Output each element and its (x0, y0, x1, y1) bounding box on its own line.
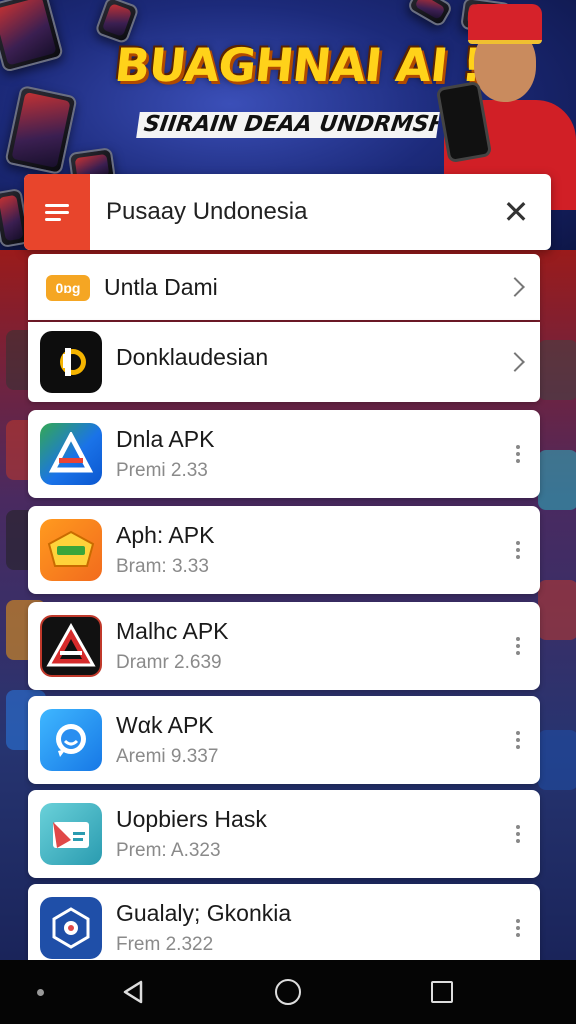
system-navigation-bar (0, 960, 576, 1024)
search-input[interactable]: Pusaay Undonesia (90, 198, 481, 226)
app-card-gualaly-gkonkia[interactable]: Gualaly; Gkonkia Frem 2.322 (28, 884, 540, 960)
app-card-dnla-apk[interactable]: Dnla APK Premi 2.33 (28, 410, 540, 498)
app-version: Frem 2.322 (116, 934, 214, 955)
more-vertical-icon[interactable] (510, 631, 526, 661)
app-card-wak-apk[interactable]: Wαk APK Aremi 9.337 (28, 696, 540, 784)
game-app-icon (40, 519, 102, 581)
app-card-malhc-apk[interactable]: Malhc APK Dramr 2.639 (28, 602, 540, 690)
menu-button[interactable] (24, 174, 90, 250)
list-item-untla-dami[interactable]: 0ɒg Untla Dami (28, 254, 540, 320)
banner-title: BUAGHNAI AI ! (112, 38, 485, 92)
app-version: Prem: A.323 (116, 840, 221, 861)
close-button[interactable]: ✕ (481, 174, 551, 250)
badge-icon: 0ɒg (46, 275, 90, 301)
app-version: Premi 2.33 (116, 460, 208, 481)
app-list: 0ɒg Untla Dami Donklaudesian Dnla APK Pr… (24, 254, 551, 960)
search-bar: Pusaay Undonesia ✕ (24, 174, 551, 250)
more-vertical-icon[interactable] (510, 725, 526, 755)
app-name: Wαk APK (116, 712, 214, 738)
chat-app-icon (40, 709, 102, 771)
nav-recent-apps-icon[interactable] (431, 981, 453, 1003)
nav-back-icon[interactable] (122, 980, 144, 1004)
more-vertical-icon[interactable] (510, 913, 526, 943)
close-icon: ✕ (502, 194, 530, 230)
app-name: Uopbiers Hask (116, 806, 267, 832)
list-item-donklaudesian[interactable]: Donklaudesian (28, 322, 540, 402)
hexagon-app-icon (40, 897, 102, 959)
list-item-label: Untla Dami (104, 274, 218, 300)
more-vertical-icon[interactable] (510, 535, 526, 565)
chevron-right-icon (505, 352, 525, 372)
banner-subtitle: SIIRAIN DEAA UNDRMSHKI (136, 112, 440, 138)
card-app-icon (40, 803, 102, 865)
list-item-label: Donklaudesian (116, 344, 269, 370)
phone-decoration (4, 84, 78, 176)
app-name: Gualaly; Gkonkia (116, 900, 292, 926)
coin-app-icon (40, 331, 102, 393)
play-store-app-icon (40, 423, 102, 485)
app-card-uopbiers-hask[interactable]: Uopbiers Hask Prem: A.323 (28, 790, 540, 878)
app-name: Aph: APK (116, 522, 215, 548)
nav-indicator-dot (37, 989, 44, 996)
app-version: Dramr 2.639 (116, 652, 222, 673)
app-version: Bram: 3.33 (116, 556, 209, 577)
hamburger-menu-icon (45, 200, 69, 225)
more-vertical-icon[interactable] (510, 819, 526, 849)
triangle-app-icon (40, 615, 102, 677)
app-card-aph-apk[interactable]: Aph: APK Bram: 3.33 (28, 506, 540, 594)
app-name: Malhc APK (116, 618, 229, 644)
app-version: Aremi 9.337 (116, 746, 219, 767)
app-name: Dnla APK (116, 426, 215, 452)
more-vertical-icon[interactable] (510, 439, 526, 469)
spokesperson-image (435, 0, 576, 210)
nav-home-icon[interactable] (275, 979, 301, 1005)
phone-decoration (0, 0, 65, 73)
chevron-right-icon (505, 277, 525, 297)
